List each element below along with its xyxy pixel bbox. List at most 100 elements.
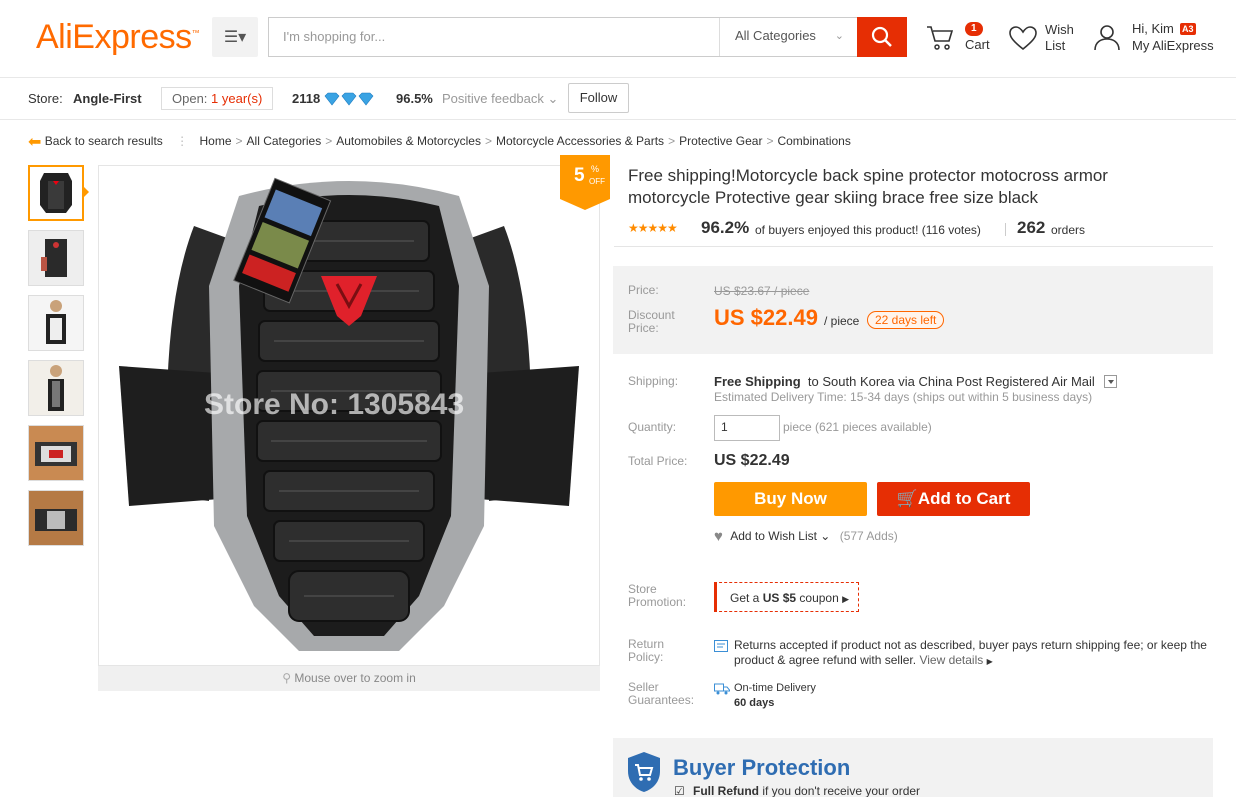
shipping-method[interactable]: Free Shipping to South Korea via China P…: [714, 374, 1118, 389]
account-menu[interactable]: Hi, Kim A3 My AliExpress: [1092, 20, 1232, 60]
store-label: Store:: [28, 91, 63, 106]
quantity-label: Quantity:: [628, 420, 677, 434]
shipping-label: Shipping:: [628, 374, 679, 388]
caret-right-icon: ▶: [986, 657, 993, 666]
original-price: US $23.67 / piece: [714, 284, 810, 298]
divider: [614, 246, 1213, 247]
aliexpress-logo[interactable]: AliExpress™: [36, 18, 200, 57]
store-promotion-label: Store Promotion:: [628, 582, 687, 609]
breadcrumb-home[interactable]: Home: [200, 134, 232, 148]
price-label: Price:: [628, 283, 659, 297]
cart-icon: 🛒: [896, 489, 918, 508]
back-to-search-link[interactable]: Back to search results: [45, 134, 163, 148]
seller-guarantees-label: Seller Guarantees:: [628, 680, 695, 707]
store-score[interactable]: 2118: [292, 91, 320, 106]
thumbnail-active-indicator: [84, 187, 89, 197]
search-button[interactable]: [857, 17, 907, 57]
breadcrumb-automobiles[interactable]: Automobiles & Motorcycles: [336, 134, 481, 148]
gallery-thumbnail[interactable]: [28, 295, 84, 351]
orders-count: 262: [1017, 218, 1046, 237]
heart-icon: ♥: [714, 528, 723, 545]
wish-list-link[interactable]: Wish List: [1008, 20, 1088, 60]
view-details-link[interactable]: View details: [919, 653, 983, 667]
star-rating-icon: ★★★★★: [628, 221, 678, 235]
discount-flag-badge: 5 % OFF: [560, 155, 610, 210]
member-level-badge: A3: [1180, 23, 1196, 35]
full-refund-text: Full Refund if you don't receive your or…: [693, 784, 921, 797]
chevron-down-icon: ⌄: [820, 529, 831, 543]
search-category-select[interactable]: All Categories ⌄: [719, 18, 858, 56]
breadcrumb: ⬅ Back to search results ⋮ Home > All Cate…: [28, 134, 851, 151]
breadcrumb-all-categories[interactable]: All Categories: [247, 134, 322, 148]
return-policy-text: Returns accepted if product not as descr…: [734, 638, 1207, 667]
search-icon: [871, 26, 892, 47]
breadcrumb-divider: ⋮: [176, 134, 189, 148]
magnifier-icon: ⚲: [282, 671, 292, 685]
search-input[interactable]: I'm shopping for...: [283, 29, 385, 44]
gallery-thumbnail[interactable]: [28, 490, 84, 546]
positive-feedback-link[interactable]: Positive feedback ⌄: [442, 91, 558, 107]
spine-protector-image: Store No: 1305843: [99, 166, 599, 665]
product-title: Free shipping!Motorcycle back spine prot…: [628, 166, 1108, 207]
divider: [1005, 223, 1006, 236]
on-time-delivery-days: 60 days: [734, 697, 775, 709]
add-to-wish-list[interactable]: ♥ Add to Wish List ⌄ (577 Adds): [714, 528, 898, 545]
gallery-thumbnail[interactable]: [28, 165, 84, 221]
rating-votes-link[interactable]: of buyers enjoyed this product! (116 vot…: [755, 223, 981, 237]
store-bar: Store: Angle-First Open: 1 year(s) 2118 …: [0, 79, 1236, 120]
cart-link[interactable]: 1 Cart: [925, 20, 995, 60]
orders-label: orders: [1051, 223, 1086, 237]
shipping-dropdown-icon[interactable]: [1104, 375, 1118, 388]
menu-icon: ☰▾: [223, 29, 247, 46]
main-product-image[interactable]: Store No: 1305843: [98, 165, 600, 666]
my-aliexpress-link[interactable]: My AliExpress: [1132, 38, 1214, 53]
rating-percent: 96.2%: [701, 218, 750, 237]
breadcrumb-moto-accessories[interactable]: Motorcycle Accessories & Parts: [496, 134, 664, 148]
user-icon: [1094, 25, 1120, 51]
buy-now-button[interactable]: Buy Now: [714, 482, 867, 516]
checkbox-icon: ☑: [674, 784, 685, 797]
heart-icon: [1009, 26, 1037, 51]
gallery-thumbnail[interactable]: [28, 230, 84, 286]
gallery-thumbnail[interactable]: [28, 425, 84, 481]
discount-price-label: Discount Price:: [628, 308, 675, 335]
store-open-duration: Open: 1 year(s): [161, 87, 274, 110]
store-name-link[interactable]: Angle-First: [73, 91, 142, 106]
price-panel: [613, 266, 1213, 354]
add-to-cart-button[interactable]: 🛒Add to Cart: [877, 482, 1030, 516]
estimated-delivery: Estimated Delivery Time: 15-34 days (shi…: [714, 390, 1093, 404]
chevron-down-icon: ⌄: [834, 30, 844, 42]
total-price: US $22.49: [714, 452, 790, 469]
wish-list-count: (577 Adds): [839, 529, 898, 543]
category-menu-button[interactable]: ☰▾: [212, 17, 258, 57]
return-policy-icon: [714, 640, 728, 655]
breadcrumb-protective-gear[interactable]: Protective Gear: [679, 134, 762, 148]
search-bar: I'm shopping for... All Categories ⌄: [268, 17, 858, 57]
feedback-percent: 96.5%: [396, 91, 433, 106]
cart-label: Cart: [965, 37, 990, 52]
total-price-label: Total Price:: [628, 454, 688, 468]
breadcrumb-combinations[interactable]: Combinations: [777, 134, 850, 148]
account-greeting: Hi, Kim: [1132, 21, 1174, 36]
store-coupon-button[interactable]: Get a US $5 coupon ▶: [714, 582, 859, 612]
buyer-protection-title: Buyer Protection: [673, 755, 851, 780]
rating-summary: ★★★★★ 96.2% of buyers enjoyed this produ…: [628, 218, 1213, 240]
diamond-rank-icon: [324, 92, 376, 109]
back-arrow-icon: ⬅: [28, 134, 42, 151]
zoom-hint: ⚲ Mouse over to zoom in: [98, 666, 600, 691]
quantity-input[interactable]: 1: [714, 415, 780, 441]
delivery-truck-icon: [714, 683, 730, 698]
site-header: AliExpress™ ☰▾ I'm shopping for... All C…: [0, 0, 1236, 78]
cart-count-badge: 1: [965, 22, 983, 36]
price-unit: / piece: [824, 314, 860, 328]
wish-list-label: Wish List: [1045, 22, 1074, 53]
follow-store-button[interactable]: Follow: [568, 83, 629, 113]
return-policy-label: Return Policy:: [628, 637, 665, 664]
gallery-thumbnail[interactable]: [28, 360, 84, 416]
quantity-available: piece (621 pieces available): [783, 420, 932, 434]
on-time-delivery: On-time Delivery: [734, 682, 816, 694]
caret-right-icon: ▶: [842, 594, 850, 604]
shield-cart-icon: [626, 751, 662, 796]
discount-price: US $22.49: [714, 305, 818, 330]
cart-icon: [927, 26, 954, 50]
